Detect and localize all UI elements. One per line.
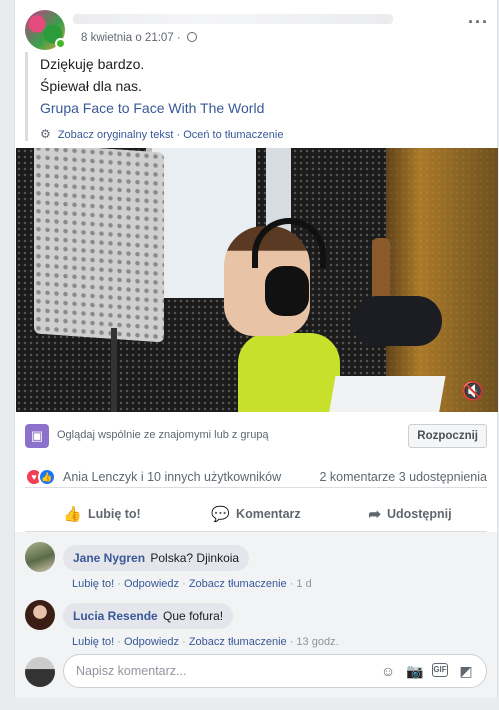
mic-stand [111, 328, 117, 412]
comment-like-link[interactable]: Lubię to! [72, 636, 114, 648]
post-card: 8 kwietnia o 21:07 · ··· Dziękuję bardzo… [14, 0, 498, 698]
watch-party-icon: ▣ [25, 424, 49, 448]
like-reaction-icon: 👍 [38, 468, 56, 486]
reaction-icons[interactable]: ♥ 👍 [25, 468, 56, 486]
post-text-line: Dziękuję bardzo. [40, 56, 145, 72]
comment-meta: Lubię to! · Odpowiedz · Zobacz tłumaczen… [72, 578, 312, 590]
comment-text: Polska? Djinkoia [150, 551, 240, 565]
mute-icon[interactable]: 🔇 [462, 381, 484, 402]
watch-party-bar: ▣ Oglądaj wspólnie ze znajomymi lub z gr… [25, 422, 487, 448]
comment-time[interactable]: 1 d [296, 578, 311, 590]
commenter-avatar[interactable] [25, 600, 55, 630]
comments-section: Jane Nygren Polska? Djinkoia Lubię to! ·… [15, 532, 497, 698]
video-player[interactable]: 🔇 [16, 148, 498, 412]
comment-like-link[interactable]: Lubię to! [72, 578, 114, 590]
page-bottom-edge [14, 698, 498, 710]
reaction-names[interactable]: Ania Lenczyk i 10 innych użytkowników [63, 470, 281, 484]
see-original-link[interactable]: Zobacz oryginalny tekst [58, 129, 174, 141]
group-link[interactable]: Grupa Face to Face With The World [40, 99, 485, 118]
post-header: 8 kwietnia o 21:07 · ··· [25, 10, 489, 50]
post-text-line: Śpiewał dla nas. [40, 78, 142, 94]
comment-translate-link[interactable]: Zobacz tłumaczenie [189, 578, 287, 590]
boy-shirt [238, 333, 340, 412]
post-body: Dziękuję bardzo. Śpiewał dla nas. Grupa … [25, 52, 485, 141]
post-timestamp[interactable]: 8 kwietnia o 21:07 [81, 32, 174, 44]
action-bar: 👍 Lubię to! 💬 Komentarz ➦ Udostępnij [25, 496, 487, 532]
comment-bubble: Lucia Resende Que fofura! [63, 603, 234, 629]
share-arrow-icon: ➦ [368, 505, 381, 523]
like-button[interactable]: 👍 Lubię to! [25, 496, 179, 531]
like-button-label: Lubię to! [87, 506, 141, 521]
comment-translate-link[interactable]: Zobacz tłumaczenie [189, 636, 287, 648]
headphone-cup [265, 266, 309, 316]
comment-author[interactable]: Jane Nygren [73, 551, 145, 565]
camera-icon[interactable]: 📷 [406, 663, 423, 680]
studio-wood-panel [386, 148, 498, 412]
comment-input-box[interactable]: ☺ 📷 GIF ◩ [63, 654, 487, 688]
shares-count[interactable]: 3 udostępnienia [399, 470, 487, 484]
post-author-name[interactable] [73, 14, 393, 24]
comment-reply-link[interactable]: Odpowiedz [124, 636, 179, 648]
composer-icons: ☺ 📷 GIF ◩ [380, 663, 474, 680]
commenter-avatar[interactable] [25, 542, 55, 572]
comment-button-label: Komentarz [236, 506, 301, 521]
comment-reply-link[interactable]: Odpowiedz [124, 578, 179, 590]
comments-count[interactable]: 2 komentarze [320, 470, 396, 484]
gear-icon[interactable]: ⚙ [40, 127, 51, 141]
comment-input[interactable] [76, 664, 366, 678]
comment-button[interactable]: 💬 Komentarz [179, 496, 333, 531]
vocal-shield [34, 148, 164, 343]
translation-bar: ⚙ Zobacz oryginalny tekst · Oceń to tłum… [40, 127, 284, 141]
emoji-icon[interactable]: ☺ [380, 663, 396, 680]
comment-bubble-icon: 💬 [211, 505, 231, 523]
gif-icon[interactable]: GIF [432, 663, 448, 677]
share-button-label: Udostępnij [386, 506, 452, 521]
chair [352, 296, 442, 346]
start-watch-party-button[interactable]: Rozpocznij [408, 424, 487, 448]
comment-bubble: Jane Nygren Polska? Djinkoia [63, 545, 250, 571]
comment-text: Que fofura! [163, 609, 224, 623]
watch-party-text: Oglądaj wspólnie ze znajomymi lub z grup… [57, 429, 269, 441]
comment-composer: ☺ 📷 GIF ◩ [25, 654, 487, 688]
current-user-avatar[interactable] [25, 657, 55, 687]
thumbs-up-icon: 👍 [63, 505, 82, 523]
share-button[interactable]: ➦ Udostępnij [333, 496, 487, 531]
sticker-icon[interactable]: ◩ [458, 663, 474, 680]
post-meta: 8 kwietnia o 21:07 · [81, 32, 197, 44]
online-status-dot [55, 38, 66, 49]
lyrics-paper [328, 376, 446, 412]
comment-meta: Lubię to! · Odpowiedz · Zobacz tłumaczen… [72, 636, 339, 648]
more-options-icon[interactable]: ··· [468, 12, 489, 33]
globe-icon [186, 32, 197, 42]
comment-author[interactable]: Lucia Resende [73, 609, 158, 623]
comment-time[interactable]: 13 godz. [296, 636, 338, 648]
rate-translation-link[interactable]: Oceń to tłumaczenie [183, 129, 283, 141]
reactions-bar: ♥ 👍 Ania Lenczyk i 10 innych użytkowników… [25, 466, 487, 488]
engagement-stats: 2 komentarze 3 udostępnienia [320, 470, 488, 484]
